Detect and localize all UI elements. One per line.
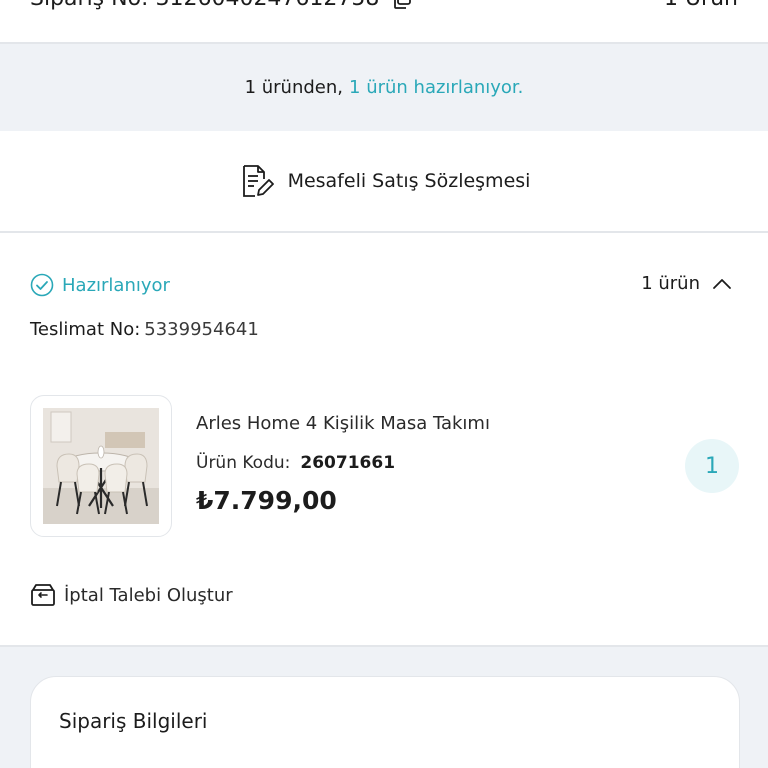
- product-image[interactable]: [30, 395, 172, 537]
- product-code: 26071661: [300, 453, 396, 473]
- delivery-number: 5339954641: [144, 319, 259, 340]
- product-code-label: Ürün Kodu:: [196, 453, 291, 473]
- delivery-label: Teslimat No:: [30, 319, 141, 340]
- preparation-prefix: 1 üründen,: [244, 77, 344, 98]
- status-label: Hazırlanıyor: [62, 274, 170, 296]
- copy-icon[interactable]: [391, 0, 413, 10]
- shipment-items-toggle[interactable]: 1 ürün: [641, 273, 732, 294]
- shipment-status: Hazırlanıyor: [30, 273, 170, 297]
- document-edit-icon: [242, 165, 274, 197]
- cancel-request-button[interactable]: İptal Talebi Oluştur: [30, 583, 233, 607]
- items-toggle-label: 1 ürün: [641, 273, 700, 294]
- box-return-icon: [31, 584, 55, 606]
- order-header: Sipariş No: 3126040247612758 1 Ürün: [0, 0, 768, 44]
- product-name[interactable]: Arles Home 4 Kişilik Masa Takımı: [196, 413, 490, 434]
- cancel-request-label: İptal Talebi Oluştur: [64, 584, 233, 606]
- product-price: ₺7.799,00: [196, 486, 337, 515]
- preparation-highlight[interactable]: 1 ürün hazırlanıyor.: [349, 77, 523, 98]
- order-number: Sipariş No: 3126040247612758: [30, 0, 379, 11]
- dining-set-image: [43, 408, 159, 524]
- preparation-banner: 1 üründen, 1 ürün hazırlanıyor.: [0, 44, 768, 131]
- contract-label: Mesafeli Satış Sözleşmesi: [287, 170, 531, 192]
- shipment-card: Hazırlanıyor 1 ürün Teslimat No: 53399546…: [0, 235, 768, 645]
- order-info-card: Sipariş Bilgileri: [30, 676, 740, 768]
- order-number-row: Sipariş No: 3126040247612758: [30, 0, 413, 11]
- order-info-title: Sipariş Bilgileri: [59, 709, 208, 733]
- quantity-badge: 1: [685, 439, 739, 493]
- chevron-up-icon: [713, 278, 731, 289]
- delivery-number-row: Teslimat No: 5339954641: [30, 319, 259, 340]
- order-item-count: 1 Ürün: [664, 0, 738, 11]
- distance-sales-contract-link[interactable]: Mesafeli Satış Sözleşmesi: [0, 131, 768, 233]
- product-code-row: Ürün Kodu: 26071661: [196, 453, 395, 473]
- check-circle-icon: [30, 273, 54, 297]
